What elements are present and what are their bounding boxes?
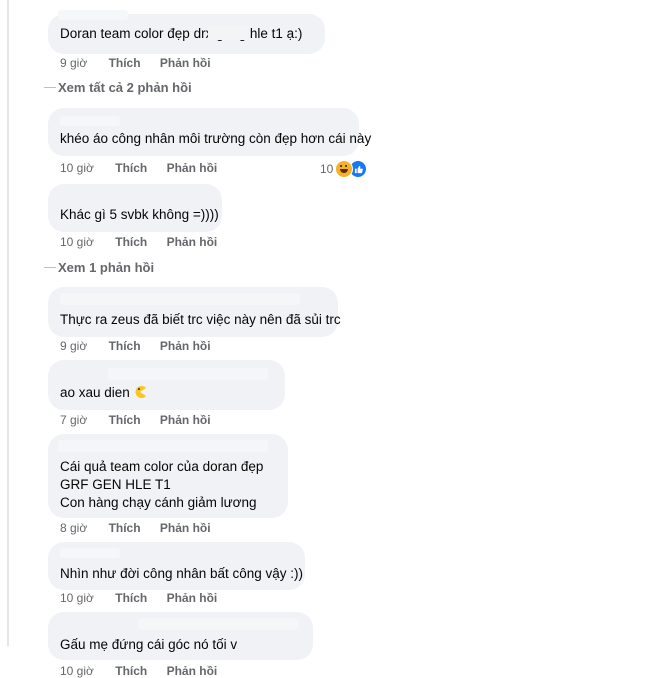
- comment-text: GRF GEN HLE T1: [60, 477, 171, 492]
- reply-button[interactable]: Phản hồi: [167, 664, 218, 678]
- comment-text-content: ao xau dien: [60, 385, 130, 400]
- reply-button[interactable]: Phản hồi: [160, 413, 211, 427]
- redacted-name: [60, 116, 120, 126]
- comment-text: ao xau dien: [60, 384, 273, 402]
- comment: ao xau dien: [48, 360, 285, 410]
- comment-meta: 10 giờ Thích Phản hồi: [60, 591, 233, 605]
- comment: Khác gì 5 svbk không =)))): [48, 184, 222, 232]
- comment-bubble: Doran team color đẹp drx geng hle t1 ạ:): [48, 10, 325, 54]
- reply-button[interactable]: Phản hồi: [167, 235, 218, 249]
- comment-meta: 9 giờ Thích Phản hồi: [60, 56, 227, 70]
- comment: khéo áo công nhân môi trường còn đẹp hơn…: [48, 108, 372, 156]
- view-replies-label[interactable]: Xem tất cả 2 phản hồi: [58, 80, 192, 95]
- comment-bubble: Gấu mẹ đứng cái góc nó tối v: [48, 612, 313, 660]
- comment-time: 10 giờ: [60, 664, 94, 678]
- comment-text: Nhìn như đời công nhân bất công vậy :)): [60, 566, 304, 581]
- comment: Doran team color đẹp drx geng hle t1 ạ:): [48, 10, 325, 54]
- redacted-name: [60, 548, 120, 558]
- comment-text: Khác gì 5 svbk không =)))): [60, 207, 219, 222]
- like-button[interactable]: Thích: [109, 56, 141, 70]
- comment-meta: 10 giờ Thích Phản hồi: [60, 161, 233, 175]
- reply-connector: [44, 87, 56, 88]
- pacman-emoji-icon: [135, 386, 146, 398]
- comment-time: 9 giờ: [60, 339, 88, 353]
- like-button[interactable]: Thích: [109, 521, 141, 535]
- comment-time: 10 giờ: [60, 235, 94, 249]
- comment-meta: 10 giờ Thích Phản hồi: [60, 664, 233, 678]
- comment-bubble: Thực ra zeus đã biết trc việc này nên đã…: [48, 287, 341, 337]
- redacted-name: [138, 618, 298, 630]
- comment-bubble: ao xau dien: [48, 360, 285, 410]
- comment-text: Gấu mẹ đứng cái góc nó tối v: [60, 637, 238, 652]
- comment-bubble: Nhìn như đời công nhân bất công vậy :)): [48, 542, 305, 590]
- comment-time: 8 giờ: [60, 521, 88, 535]
- like-button[interactable]: Thích: [115, 664, 147, 678]
- comment-bubble: Khác gì 5 svbk không =)))): [48, 184, 222, 232]
- comment-text: Con hàng chạy cánh giảm lương: [60, 495, 257, 510]
- comment: Nhìn như đời công nhân bất công vậy :)): [48, 542, 305, 590]
- like-button[interactable]: Thích: [109, 339, 141, 353]
- reply-button[interactable]: Phản hồi: [167, 161, 218, 175]
- comment: Cái quả team color của doran đẹp GRF GEN…: [48, 434, 288, 518]
- view-replies-link[interactable]: Xem 1 phản hồi: [44, 260, 154, 275]
- comment: Thực ra zeus đã biết trc việc này nên đã…: [48, 287, 341, 337]
- comment-time: 7 giờ: [60, 413, 88, 427]
- comment-meta: 8 giờ Thích Phản hồi: [60, 521, 227, 535]
- comment-text: khéo áo công nhân môi trường còn đẹp hơn…: [60, 131, 372, 146]
- redacted-name: [108, 368, 268, 380]
- comment-text: Thực ra zeus đã biết trc việc này nên đã…: [60, 312, 341, 327]
- redacted-name: [58, 10, 128, 20]
- reply-button[interactable]: Phản hồi: [160, 56, 211, 70]
- like-button[interactable]: Thích: [115, 591, 147, 605]
- like-button[interactable]: Thích: [115, 161, 147, 175]
- reaction-summary[interactable]: 10: [320, 160, 368, 178]
- redacted-name: [58, 440, 268, 452]
- comment-text: Cái quả team color của doran đẹp: [60, 459, 264, 474]
- comment-text: Doran team color đẹp drx geng hle t1 ạ:): [60, 26, 303, 41]
- comment-time: 10 giờ: [60, 161, 94, 175]
- like-button[interactable]: Thích: [115, 235, 147, 249]
- redacted-blur: [208, 26, 248, 40]
- comment-time: 10 giờ: [60, 591, 94, 605]
- reply-button[interactable]: Phản hồi: [160, 521, 211, 535]
- reply-button[interactable]: Phản hồi: [160, 339, 211, 353]
- comment: Gấu mẹ đứng cái góc nó tối v: [48, 612, 313, 660]
- redacted-name: [60, 293, 300, 305]
- reply-connector: [44, 267, 56, 268]
- reply-button[interactable]: Phản hồi: [167, 591, 218, 605]
- comment-meta: 9 giờ Thích Phản hồi: [60, 339, 227, 353]
- comment-bubble: Cái quả team color của doran đẹp GRF GEN…: [48, 434, 288, 518]
- comment-time: 9 giờ: [60, 56, 88, 70]
- comment-bubble: khéo áo công nhân môi trường còn đẹp hơn…: [48, 108, 372, 156]
- view-replies-link[interactable]: Xem tất cả 2 phản hồi: [44, 80, 192, 95]
- comment-meta: 10 giờ Thích Phản hồi: [60, 235, 233, 249]
- view-replies-label[interactable]: Xem 1 phản hồi: [58, 260, 154, 275]
- reaction-count: 10: [320, 162, 334, 176]
- thread-line: [7, 0, 9, 646]
- comment-meta: 7 giờ Thích Phản hồi: [60, 413, 227, 427]
- like-button[interactable]: Thích: [109, 413, 141, 427]
